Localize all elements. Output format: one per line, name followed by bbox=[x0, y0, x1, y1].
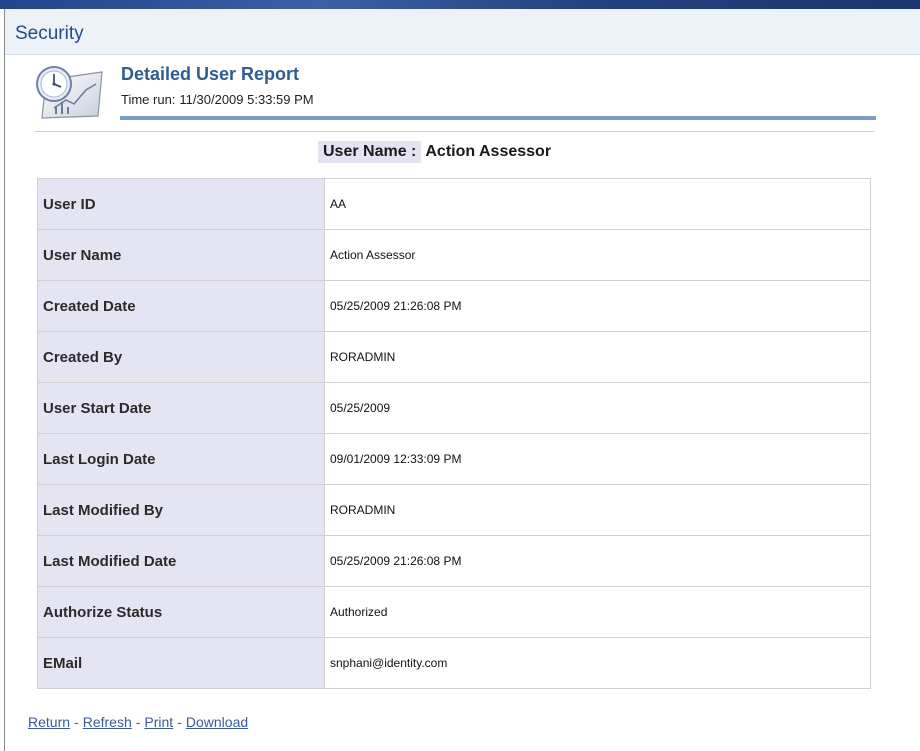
row-value: 05/25/2009 21:26:08 PM bbox=[324, 535, 871, 587]
user-name-heading-label: User Name : bbox=[318, 141, 422, 163]
table-row: Created Date 05/25/2009 21:26:08 PM bbox=[37, 280, 871, 332]
row-value: 05/25/2009 bbox=[324, 382, 871, 434]
row-label: Created By bbox=[37, 331, 325, 383]
row-label: User ID bbox=[37, 178, 325, 230]
user-name-heading-value: Action Assessor bbox=[425, 143, 552, 160]
top-accent-bar bbox=[0, 0, 920, 9]
row-value: snphani@identity.com bbox=[324, 637, 871, 689]
time-run: Time run: 11/30/2009 5:33:59 PM bbox=[121, 92, 318, 107]
table-row: Last Modified Date 05/25/2009 21:26:08 P… bbox=[37, 535, 871, 587]
row-label: Last Modified Date bbox=[37, 535, 325, 587]
section-title: Security bbox=[15, 23, 84, 44]
divider bbox=[34, 131, 874, 132]
user-name-heading: User Name : Action Assessor bbox=[318, 138, 551, 166]
row-label: Authorize Status bbox=[37, 586, 325, 638]
time-run-label: Time run: bbox=[121, 92, 176, 107]
section-header: Security bbox=[5, 9, 920, 55]
table-row: Last Modified By RORADMIN bbox=[37, 484, 871, 536]
time-run-value: 11/30/2009 5:33:59 PM bbox=[179, 92, 314, 107]
row-label: Last Modified By bbox=[37, 484, 325, 536]
row-label: Created Date bbox=[37, 280, 325, 332]
table-row: EMail snphani@identity.com bbox=[37, 637, 871, 689]
row-value: 09/01/2009 12:33:09 PM bbox=[324, 433, 871, 485]
row-label: User Start Date bbox=[37, 382, 325, 434]
row-value: RORADMIN bbox=[324, 484, 871, 536]
table-row: Last Login Date 09/01/2009 12:33:09 PM bbox=[37, 433, 871, 485]
user-details-table: User ID AA User Name Action Assessor Cre… bbox=[37, 178, 871, 689]
table-row: User Name Action Assessor bbox=[37, 229, 871, 281]
row-value: AA bbox=[324, 178, 871, 230]
row-label: User Name bbox=[37, 229, 325, 281]
table-row: User Start Date 05/25/2009 bbox=[37, 382, 871, 434]
download-link[interactable]: Download bbox=[186, 714, 248, 730]
row-label: EMail bbox=[37, 637, 325, 689]
print-link[interactable]: Print bbox=[144, 714, 173, 730]
return-link[interactable]: Return bbox=[28, 714, 70, 730]
left-border bbox=[4, 9, 5, 751]
report-title: Detailed User Report bbox=[121, 64, 300, 84]
table-row: Authorize Status Authorized bbox=[37, 586, 871, 638]
link-separator: - bbox=[74, 714, 79, 730]
table-row: User ID AA bbox=[37, 178, 871, 230]
row-value: 05/25/2009 21:26:08 PM bbox=[324, 280, 871, 332]
row-value: RORADMIN bbox=[324, 331, 871, 383]
row-label: Last Login Date bbox=[37, 433, 325, 485]
row-value: Action Assessor bbox=[324, 229, 871, 281]
report-clock-chart-icon bbox=[32, 60, 108, 120]
refresh-link[interactable]: Refresh bbox=[83, 714, 132, 730]
report-actions: Return - Refresh - Print - Download bbox=[28, 714, 248, 730]
link-separator: - bbox=[177, 714, 182, 730]
link-separator: - bbox=[135, 714, 141, 730]
table-row: Created By RORADMIN bbox=[37, 331, 871, 383]
row-value: Authorized bbox=[324, 586, 871, 638]
title-underline bbox=[120, 116, 876, 120]
